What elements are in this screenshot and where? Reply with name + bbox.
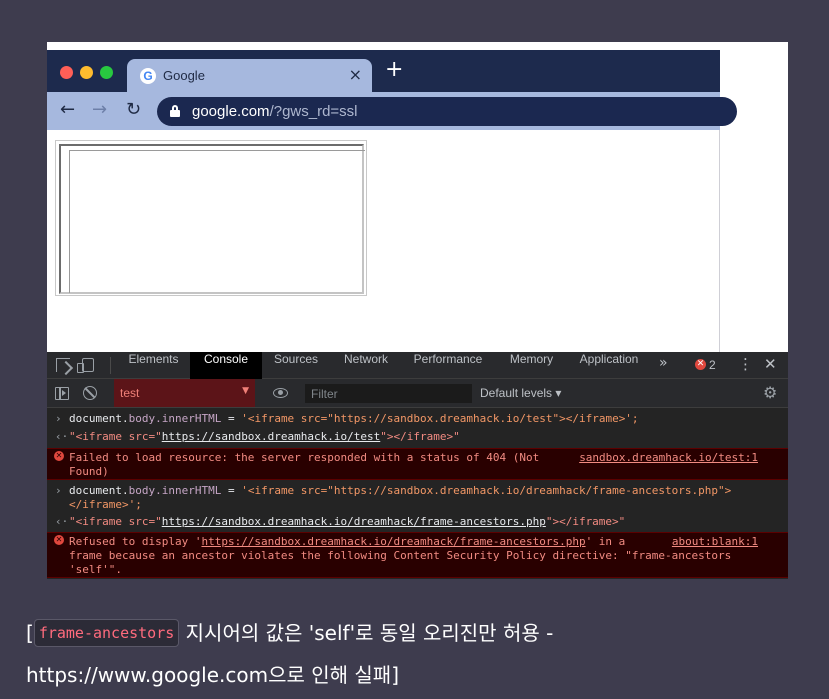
reload-icon[interactable]: ↻ — [126, 99, 141, 120]
console-toolbar: test ▼ Default levels ▾ ⚙ — [47, 379, 788, 408]
console-output: › document.body.innerHTML = '<iframe src… — [47, 408, 788, 579]
tab-title: Google — [163, 68, 205, 83]
device-toolbar-icon[interactable] — [77, 358, 94, 373]
browser-toolbar: ← → ↻ google.com/?gws_rd=ssl — [47, 92, 737, 130]
nested-iframe-inner — [69, 150, 365, 293]
caption-text: [frame-ancestors 지시어의 값은 'self'로 동일 오리진만… — [26, 612, 816, 696]
prompt-chevron-icon: › — [55, 412, 62, 425]
nested-iframe — [59, 144, 365, 294]
inspect-element-icon[interactable] — [56, 358, 70, 372]
browser-tab[interactable]: G Google × — [127, 59, 372, 92]
result-arrow-icon: ‹· — [55, 430, 69, 443]
error-message[interactable]: Refused to display 'https://sandbox.drea… — [69, 535, 731, 577]
iframe-border — [55, 140, 367, 296]
dropdown-arrow-icon: ▼ — [242, 386, 249, 396]
close-devtools-icon[interactable]: ✕ — [764, 355, 777, 373]
browser-window: G Google × + ← → ↻ google.com/?gws_rd=ss… — [47, 50, 737, 352]
tab-strip: G Google × + — [47, 50, 720, 92]
caption-bracket: [ — [26, 621, 34, 645]
error-circle-icon: ✕ — [54, 535, 64, 545]
devtools-tab-bar: Elements Console Sources Network Perform… — [47, 352, 788, 379]
tab-close-icon[interactable]: × — [349, 65, 362, 84]
more-tabs-icon[interactable]: » — [659, 355, 668, 371]
tab-elements[interactable]: Elements — [117, 352, 190, 379]
tab-memory[interactable]: Memory — [494, 352, 569, 379]
console-error-row: ✕ Refused to display 'https://sandbox.dr… — [47, 532, 788, 578]
console-result-row: ‹· "<iframe src="https://sandbox.dreamha… — [47, 515, 788, 531]
result-arrow-icon: ‹· — [55, 515, 69, 528]
tab-sources[interactable]: Sources — [262, 352, 330, 379]
console-result[interactable]: "<iframe src="https://sandbox.dreamhack.… — [69, 515, 625, 529]
settings-gear-icon[interactable]: ⚙ — [763, 383, 777, 402]
page-viewport — [47, 130, 719, 352]
new-tab-button[interactable]: + — [385, 57, 403, 82]
clear-console-icon[interactable] — [83, 386, 97, 400]
console-sidebar-icon[interactable] — [55, 387, 69, 400]
toolbar-divider — [110, 357, 111, 374]
context-label: test — [120, 386, 140, 400]
caption-code: frame-ancestors — [33, 619, 180, 647]
google-favicon-icon: G — [140, 68, 156, 84]
tab-application[interactable]: Application — [569, 352, 649, 379]
console-command[interactable]: document.body.innerHTML = '<iframe src="… — [69, 484, 731, 512]
error-count: 2 — [709, 358, 716, 372]
console-result[interactable]: "<iframe src="https://sandbox.dreamhack.… — [69, 430, 460, 444]
devtools-panel: Elements Console Sources Network Perform… — [47, 352, 788, 579]
tab-performance[interactable]: Performance — [402, 352, 494, 379]
url-text[interactable]: google.com/?gws_rd=ssl — [192, 103, 358, 120]
caption-line-2: https://www.google.com으로 인해 실패] — [26, 663, 399, 687]
tab-console[interactable]: Console — [190, 352, 262, 379]
kebab-menu-icon[interactable]: ⋮ — [738, 355, 753, 373]
filter-input[interactable] — [305, 384, 472, 403]
error-source-link[interactable]: about:blank:1 — [672, 535, 758, 549]
console-result-row: ‹· "<iframe src="https://sandbox.dreamha… — [47, 430, 788, 446]
prompt-chevron-icon: › — [55, 484, 62, 497]
back-arrow-icon[interactable]: ← — [60, 99, 75, 120]
tab-network[interactable]: Network — [330, 352, 402, 379]
address-bar[interactable]: google.com/?gws_rd=ssl — [157, 97, 737, 126]
error-circle-icon: ✕ — [54, 451, 64, 461]
close-window-button[interactable] — [60, 66, 73, 79]
console-input-row: › document.body.innerHTML = '<iframe src… — [47, 484, 788, 514]
context-selector[interactable]: test ▼ — [114, 379, 255, 407]
live-expression-eye-icon[interactable] — [273, 388, 288, 398]
forward-arrow-icon[interactable]: → — [92, 99, 107, 120]
error-source-link[interactable]: sandbox.dreamhack.io/test:1 — [579, 451, 758, 465]
console-input-row: › document.body.innerHTML = '<iframe src… — [47, 412, 788, 428]
minimize-window-button[interactable] — [80, 66, 93, 79]
maximize-window-button[interactable] — [100, 66, 113, 79]
console-command[interactable]: document.body.innerHTML = '<iframe src="… — [69, 412, 639, 426]
lock-icon[interactable] — [170, 105, 180, 117]
error-message[interactable]: Failed to load resource: the server resp… — [69, 451, 539, 479]
error-icon: ✕ — [695, 359, 706, 370]
console-error-row: ✕ Failed to load resource: the server re… — [47, 448, 788, 480]
screenshot-frame: G Google × + ← → ↻ google.com/?gws_rd=ss… — [47, 42, 788, 579]
caption-line-1: 지시어의 값은 'self'로 동일 오리진만 허용 - — [179, 621, 554, 645]
log-levels-dropdown[interactable]: Default levels ▾ — [480, 386, 561, 400]
